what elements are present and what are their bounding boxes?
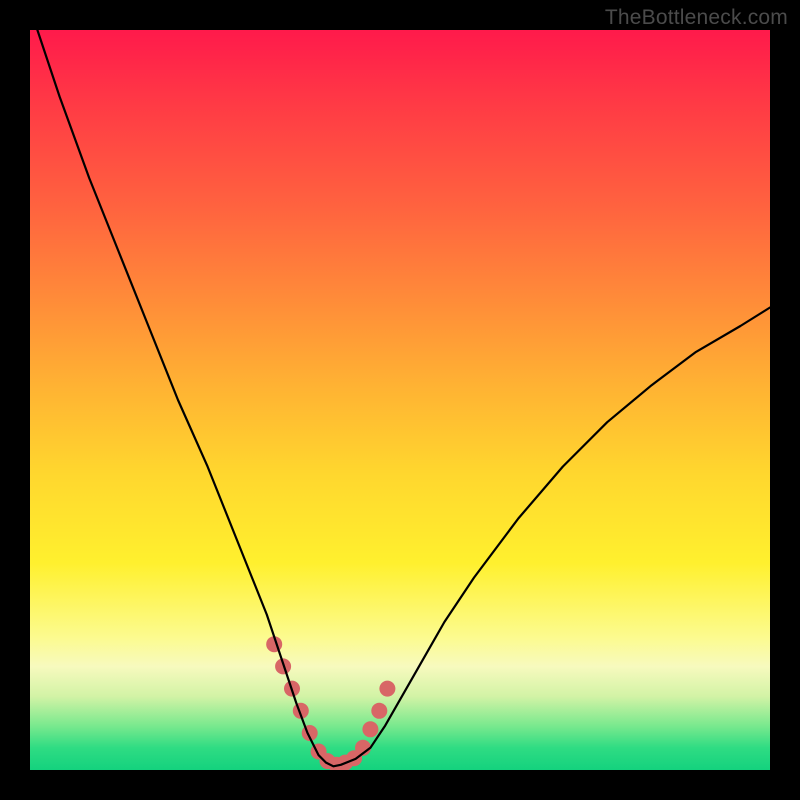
highlight-dot bbox=[379, 681, 395, 697]
highlight-dot bbox=[371, 703, 387, 719]
watermark-text: TheBottleneck.com bbox=[605, 6, 788, 30]
chart-frame: { "watermark": "TheBottleneck.com", "col… bbox=[0, 0, 800, 800]
plot-area bbox=[30, 30, 770, 770]
bottleneck-curve bbox=[37, 30, 770, 766]
marker-layer bbox=[266, 636, 395, 770]
highlight-dot bbox=[362, 721, 378, 737]
curve-svg bbox=[30, 30, 770, 770]
